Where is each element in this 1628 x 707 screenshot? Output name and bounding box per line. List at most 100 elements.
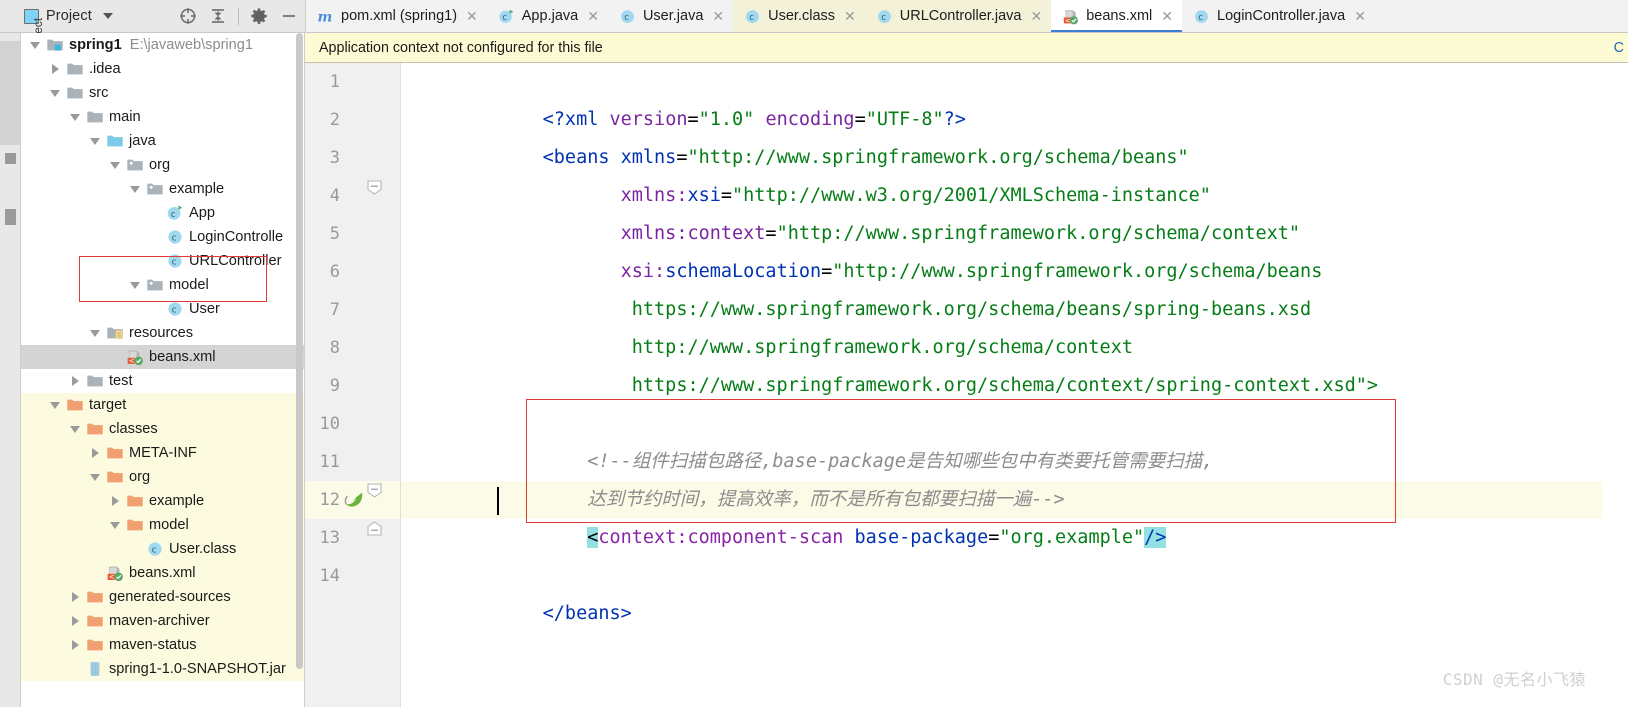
- tree-item-label: META-INF: [129, 445, 197, 461]
- select-opened-file-icon[interactable]: [178, 6, 198, 26]
- chevron-down-icon[interactable]: [88, 137, 102, 145]
- code-editor[interactable]: <?xml version="1.0" encoding="UTF-8"?> <…: [401, 63, 1602, 707]
- chevron-right-icon[interactable]: [108, 496, 122, 506]
- chevron-down-icon[interactable]: [128, 185, 142, 193]
- tree-item-spring1-1-0-snapshot-jar[interactable]: spring1-1.0-SNAPSHOT.jar: [21, 657, 304, 681]
- close-icon[interactable]: ✕: [1030, 9, 1042, 23]
- maven-icon: m: [317, 8, 334, 25]
- code-line-4: xmlns:context="http://www.springframewor…: [620, 223, 1301, 244]
- close-icon[interactable]: ✕: [712, 9, 724, 23]
- tree-item-generated-sources[interactable]: generated-sources: [21, 585, 304, 609]
- tree-item-label: example: [169, 181, 225, 197]
- editor-tab-urlcontroller-java[interactable]: c URLController.java ✕: [864, 0, 1052, 32]
- editor-tab-label: LoginController.java: [1217, 8, 1346, 24]
- tree-item-src[interactable]: src: [21, 81, 304, 105]
- tree-item-example[interactable]: example: [21, 177, 304, 201]
- collapse-all-icon[interactable]: [208, 6, 228, 26]
- project-panel-header: Project: [0, 0, 305, 33]
- tree-item-user[interactable]: c User: [21, 297, 304, 321]
- chevron-down-icon[interactable]: [48, 401, 62, 409]
- tree-item-logincontrolle[interactable]: c LoginControlle: [21, 225, 304, 249]
- tree-item-spring1[interactable]: spring1 E:\javaweb\spring1: [21, 33, 304, 57]
- chevron-down-icon[interactable]: [108, 521, 122, 529]
- excluded-folder-icon: [106, 468, 124, 486]
- chevron-down-icon[interactable]: [28, 41, 42, 49]
- svg-text:c: c: [172, 234, 177, 244]
- tree-item-beans-xml[interactable]: < beans.xml: [21, 561, 304, 585]
- idea-window: Project m pom.xml (spring1) ✕ c App.java…: [0, 0, 1628, 707]
- tree-item-model[interactable]: model: [21, 513, 304, 537]
- editor-tab-user-class[interactable]: c User.class ✕: [733, 0, 865, 32]
- chevron-right-icon[interactable]: [68, 640, 82, 650]
- tree-item-user-class[interactable]: c User.class: [21, 537, 304, 561]
- watermark: CSDN @无名小飞猿: [1442, 670, 1586, 689]
- close-icon[interactable]: ✕: [587, 9, 599, 23]
- chevron-right-icon[interactable]: [48, 64, 62, 74]
- editor-tab-beans-xml[interactable]: < beans.xml ✕: [1051, 0, 1183, 32]
- hide-icon[interactable]: [279, 6, 299, 26]
- editor-tab-app-java[interactable]: c App.java ✕: [486, 0, 608, 32]
- editor-tab-logincontroller-java[interactable]: c LoginController.java ✕: [1182, 0, 1375, 32]
- tree-item-classes[interactable]: classes: [21, 417, 304, 441]
- chevron-down-icon[interactable]: [102, 13, 113, 19]
- tree-scrollbar[interactable]: [296, 33, 303, 707]
- tree-item--idea[interactable]: .idea: [21, 57, 304, 81]
- excluded-folder-icon: [106, 444, 124, 462]
- tree-item-label: User.class: [169, 541, 237, 557]
- chevron-down-icon[interactable]: [88, 329, 102, 337]
- code-token: </beans>: [542, 603, 632, 624]
- folder-icon: [66, 60, 84, 78]
- fold-marker-line-10[interactable]: [367, 483, 382, 498]
- gutter-line-number: 11: [319, 452, 340, 472]
- chevron-down-icon[interactable]: [68, 425, 82, 433]
- chevron-right-icon[interactable]: [68, 376, 82, 386]
- svg-text:m: m: [318, 9, 333, 25]
- tree-item-main[interactable]: main: [21, 105, 304, 129]
- chevron-down-icon[interactable]: [128, 281, 142, 289]
- tree-item-model[interactable]: model: [21, 273, 304, 297]
- spring-bean-icon[interactable]: [343, 489, 365, 511]
- chevron-down-icon[interactable]: [88, 473, 102, 481]
- svg-text:c: c: [1198, 13, 1203, 23]
- close-icon[interactable]: ✕: [1354, 9, 1366, 23]
- tree-item-org[interactable]: org: [21, 153, 304, 177]
- tree-item-meta-inf[interactable]: META-INF: [21, 441, 304, 465]
- stripe-marker: [5, 153, 16, 164]
- tree-item-urlcontroller[interactable]: c URLController: [21, 249, 304, 273]
- tree-item-label: org: [149, 157, 171, 173]
- chevron-right-icon[interactable]: [68, 616, 82, 626]
- tree-item-app[interactable]: c App: [21, 201, 304, 225]
- stripe-tab-project[interactable]: [0, 41, 20, 145]
- tree-item-label: spring1-1.0-SNAPSHOT.jar: [109, 661, 286, 677]
- tree-item-example[interactable]: example: [21, 489, 304, 513]
- close-icon[interactable]: ✕: [844, 9, 856, 23]
- editor-tab-user-java[interactable]: c User.java ✕: [607, 0, 734, 32]
- settings-gear-icon[interactable]: [249, 6, 269, 26]
- tree-item-java[interactable]: java: [21, 129, 304, 153]
- editor-right-margin: [1602, 63, 1628, 707]
- tree-item-maven-status[interactable]: maven-status: [21, 633, 304, 657]
- chevron-right-icon[interactable]: [68, 592, 82, 602]
- fold-marker-line-2[interactable]: [367, 180, 382, 195]
- tree-item-label: classes: [109, 421, 158, 437]
- tree-item-org[interactable]: org: [21, 465, 304, 489]
- editor-gutter[interactable]: 1 2 3 4 5 6 7 8 9 10 11 12 13 14: [305, 63, 401, 707]
- tree-item-path: E:\javaweb\spring1: [129, 37, 254, 53]
- chevron-down-icon[interactable]: [48, 89, 62, 97]
- chevron-right-icon[interactable]: [88, 448, 102, 458]
- editor-tab-pom-xml[interactable]: m pom.xml (spring1) ✕: [306, 0, 487, 32]
- toolbar-separator: [238, 7, 239, 25]
- close-icon[interactable]: ✕: [1161, 9, 1173, 23]
- close-icon[interactable]: ✕: [466, 9, 478, 23]
- tree-item-beans-xml[interactable]: < beans.xml: [21, 345, 304, 369]
- tree-item-test[interactable]: test: [21, 369, 304, 393]
- project-tree[interactable]: spring1 E:\javaweb\spring1 .idea src main jav…: [21, 33, 305, 707]
- chevron-down-icon[interactable]: [68, 113, 82, 121]
- fold-marker-line-11[interactable]: [367, 521, 382, 536]
- svg-text:c: c: [172, 306, 177, 316]
- tree-item-target[interactable]: target: [21, 393, 304, 417]
- notification-action-link[interactable]: C: [1614, 40, 1624, 56]
- tree-item-resources[interactable]: resources: [21, 321, 304, 345]
- chevron-down-icon[interactable]: [108, 161, 122, 169]
- tree-item-maven-archiver[interactable]: maven-archiver: [21, 609, 304, 633]
